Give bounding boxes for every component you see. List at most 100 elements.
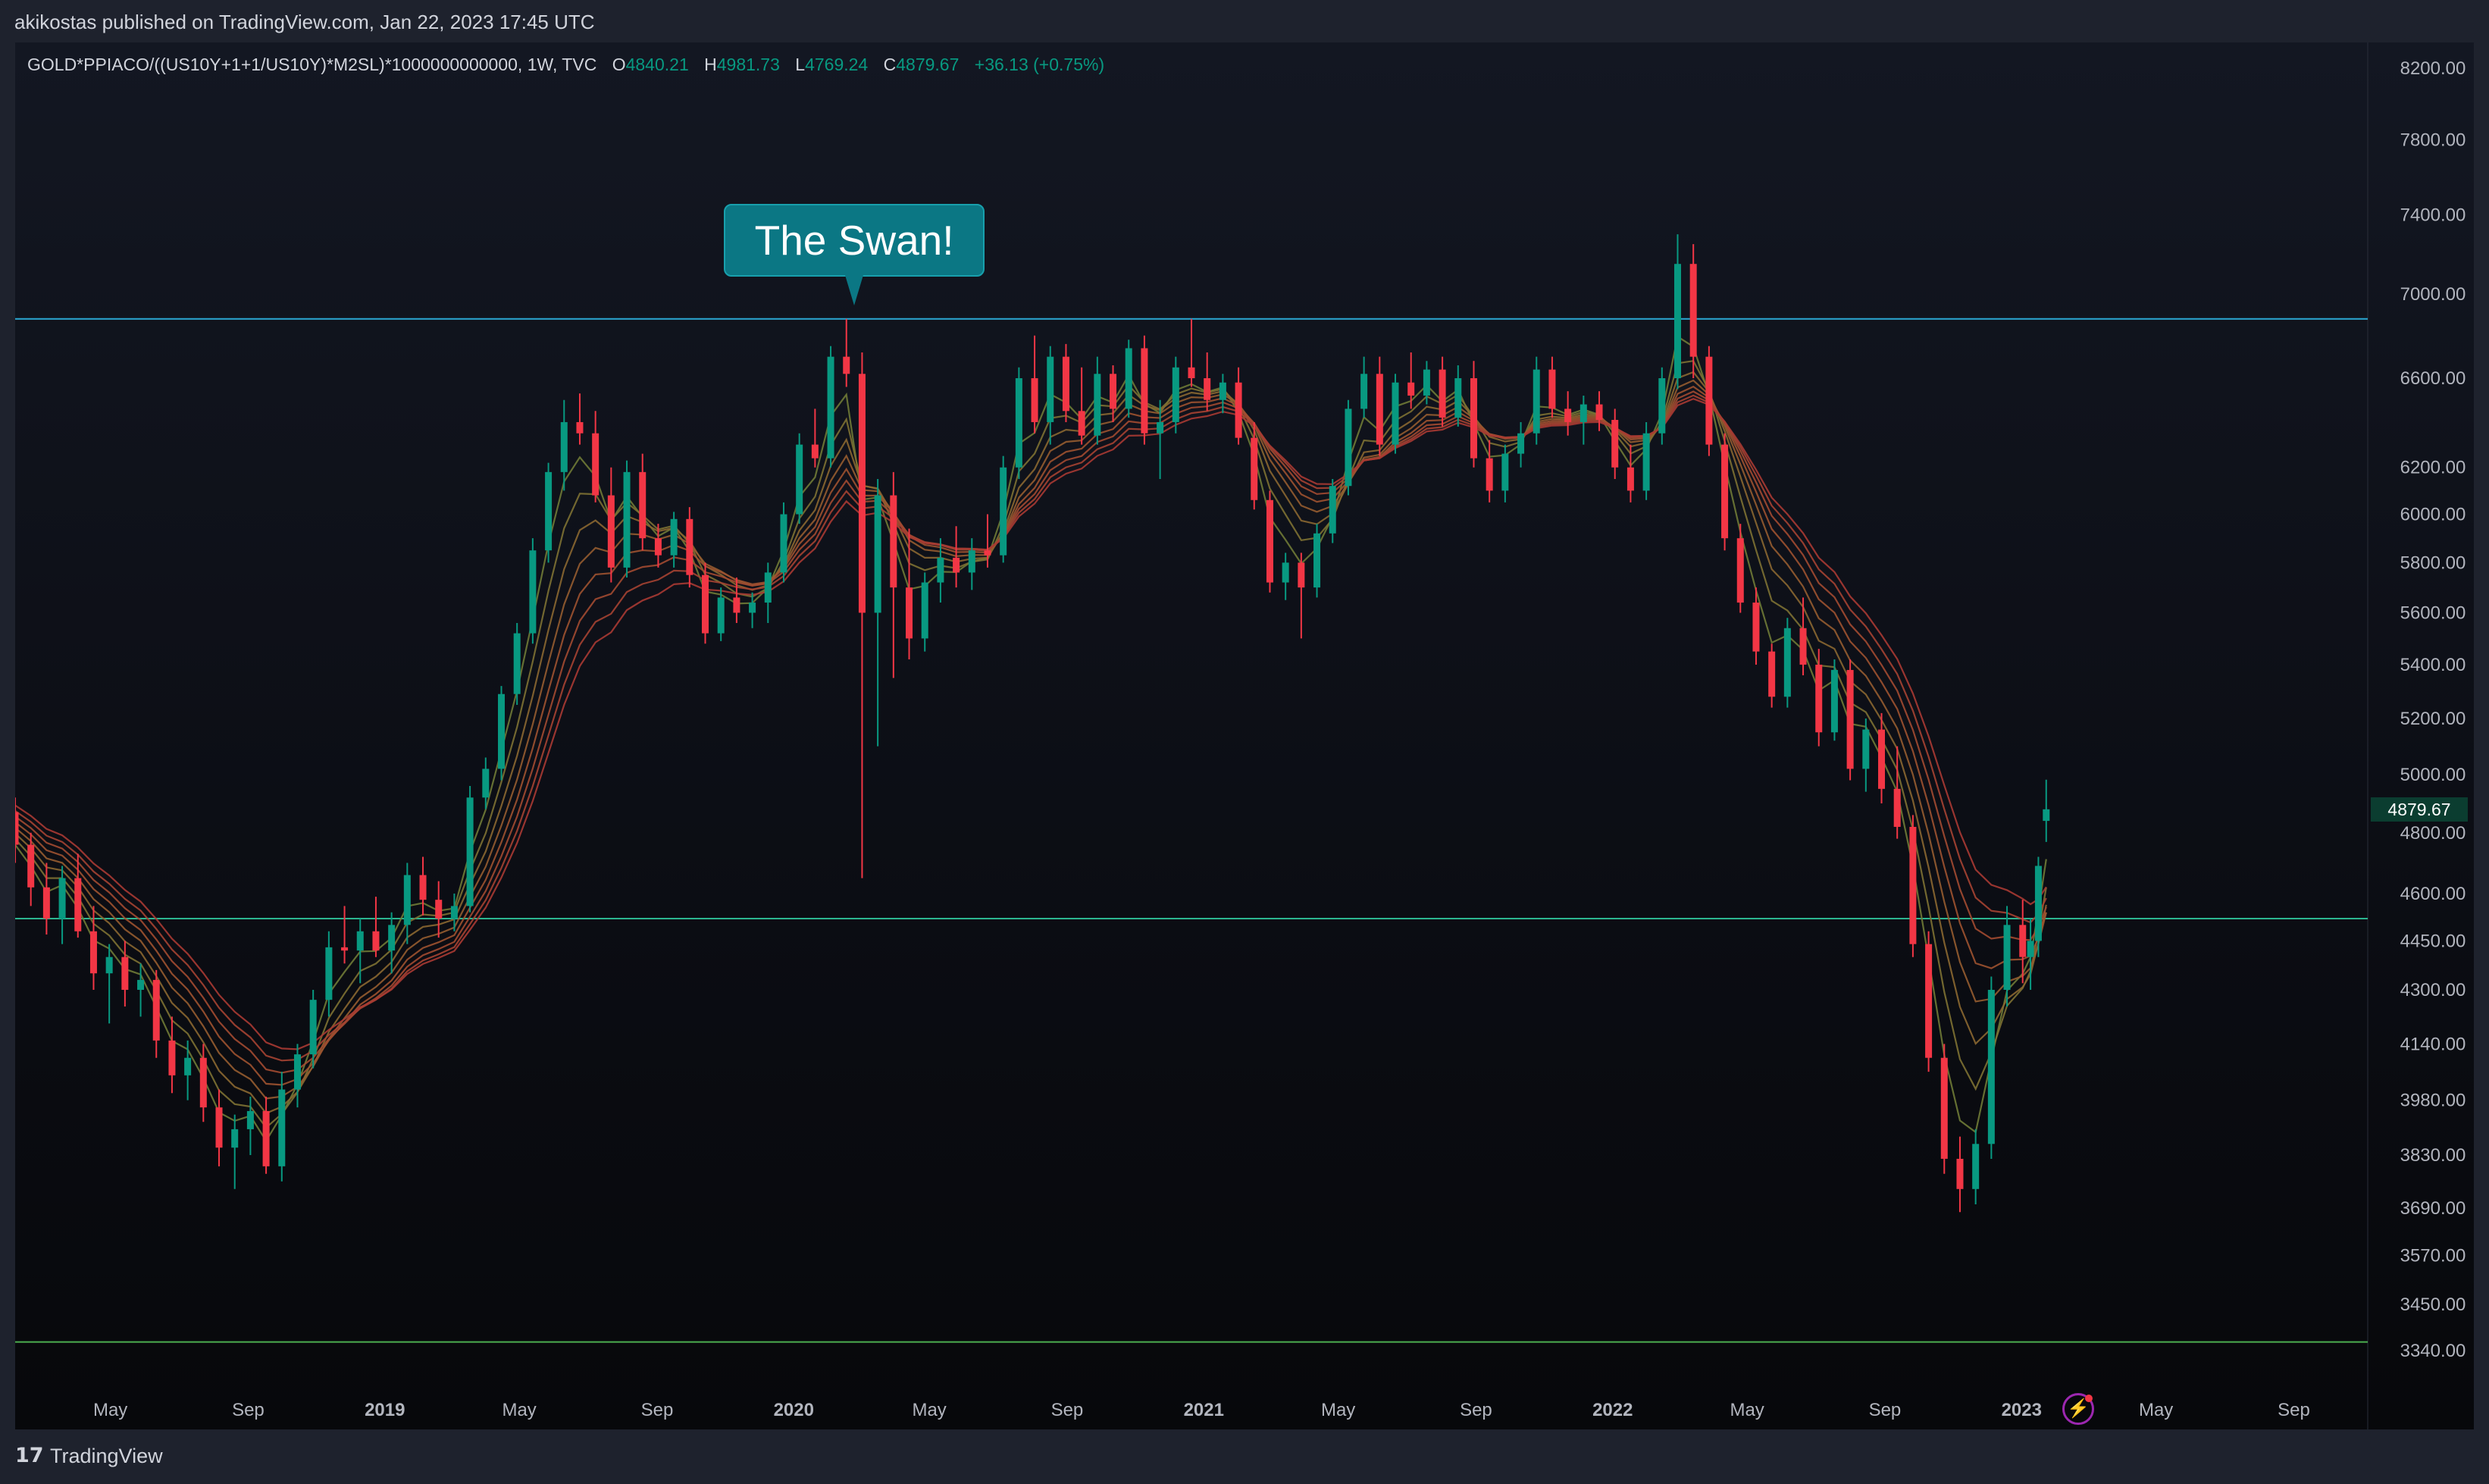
footer-bar (0, 1429, 2489, 1484)
candle-body (1015, 377, 1022, 468)
candle-body (1878, 729, 1886, 789)
candle-body (560, 421, 568, 472)
candle-body (890, 495, 897, 588)
low-value: 4769.24 (805, 55, 869, 74)
x-tick-label: May (912, 1400, 946, 1420)
candle-body (576, 421, 584, 434)
y-tick-label: 3980.00 (2400, 1091, 2466, 1111)
candle-body (1110, 374, 1117, 409)
candle-body (1219, 382, 1226, 400)
candle-body (1282, 562, 1289, 583)
candle-body (1235, 382, 1242, 438)
swan-callout[interactable]: The Swan! (724, 203, 985, 318)
candle-body (670, 518, 678, 556)
candle-body (639, 471, 647, 539)
candle-body (717, 597, 725, 634)
candle-body (764, 572, 772, 603)
candle-body (1658, 377, 1666, 434)
candle-body (529, 550, 537, 634)
candle-body (843, 356, 850, 374)
candle-body (1266, 499, 1273, 583)
last-price-label: 4879.67 (2371, 797, 2468, 822)
candle-body (780, 514, 787, 573)
candle-body (42, 887, 50, 919)
candle-body (702, 575, 709, 634)
candle-body (121, 956, 129, 990)
candle-body (1407, 382, 1415, 396)
candle-body (1392, 382, 1399, 445)
candle-body (874, 495, 881, 613)
candle-body (215, 1107, 223, 1148)
candle-body (1736, 538, 1744, 603)
candle-body (1626, 467, 1634, 491)
candle-body (27, 844, 35, 888)
candle-body (199, 1057, 207, 1108)
x-tick-label: Sep (1051, 1400, 1084, 1420)
high-value: 4981.73 (716, 55, 780, 74)
candle-body (1642, 433, 1650, 491)
x-tick-label: 2019 (365, 1400, 405, 1420)
x-tick-label: Sep (1460, 1400, 1492, 1420)
candle-body (686, 518, 693, 575)
candle-body (2019, 925, 2027, 957)
candle-body (937, 557, 944, 583)
candle-body (89, 931, 97, 974)
low-label: L (795, 55, 806, 74)
y-tick-label: 8200.00 (2400, 58, 2466, 79)
y-tick-label: 3570.00 (2400, 1245, 2466, 1266)
candle-body (1815, 664, 1823, 733)
candle-body (1376, 374, 1383, 445)
candle-body (1956, 1158, 1964, 1189)
candle-body (58, 878, 66, 919)
change-value: +36.13 (+0.75%) (974, 55, 1105, 74)
ribbon-line (15, 398, 2047, 1050)
close-value: 4879.67 (896, 55, 960, 74)
candle-body (497, 693, 505, 769)
tradingview-brand[interactable]: TradingView (50, 1445, 163, 1468)
candle-body (1673, 264, 1681, 378)
candle-body (1862, 729, 1870, 769)
candle-body (1062, 356, 1069, 412)
y-tick-label: 5400.00 (2400, 655, 2466, 675)
candle-body (1799, 628, 1807, 665)
x-tick-label: 2022 (1592, 1400, 1633, 1420)
candle-body (1595, 404, 1603, 421)
candle-body (1031, 377, 1038, 422)
symbol-legend: GOLD*PPIACO/((US10Y+1+1/US10Y)*M2SL)*100… (27, 55, 1104, 75)
chart-panel[interactable]: 8200.00 7800.00 7400.00 7000.00 6600.00 6200.… (15, 42, 2474, 1429)
y-tick-label: 7800.00 (2400, 130, 2466, 150)
y-tick-label: 4450.00 (2400, 931, 2466, 951)
price-chart[interactable]: 8200.00 7800.00 7400.00 7000.00 6600.00 6200.… (15, 42, 2474, 1429)
candle-body (2003, 925, 2011, 990)
x-tick-label: Sep (1869, 1400, 1902, 1420)
x-tick-label: May (502, 1400, 536, 1420)
candle-body (1313, 533, 1321, 588)
y-tick-label: 6000.00 (2400, 505, 2466, 525)
candle-body (1094, 374, 1101, 436)
candle-body (152, 979, 160, 1041)
y-tick-label: 6200.00 (2400, 458, 2466, 478)
candle-body (1345, 409, 1352, 487)
candle-body (137, 979, 145, 990)
candle-body (1611, 420, 1619, 468)
candle-body (1705, 356, 1713, 445)
y-tick-label: 4600.00 (2400, 884, 2466, 904)
x-tick-label: May (1730, 1400, 1764, 1420)
candle-body (1940, 1057, 1948, 1159)
candle-body (482, 769, 490, 798)
candle-body (1548, 369, 1556, 409)
y-tick-label: 3830.00 (2400, 1145, 2466, 1166)
y-tick-label: 3690.00 (2400, 1198, 2466, 1219)
candle-body (2027, 941, 2034, 957)
candle-body (1078, 411, 1085, 436)
candle-body (231, 1129, 239, 1148)
ribbon-line (15, 385, 2047, 1086)
candle-body (1454, 377, 1462, 418)
ribbon-line (15, 359, 2047, 1129)
candle-body (262, 1110, 270, 1166)
candle-body (513, 633, 521, 694)
candle-body (592, 433, 600, 496)
tradingview-logo-icon[interactable]: 𝟭𝟳 (15, 1444, 44, 1467)
candle-body (1157, 421, 1164, 434)
candle-body (1752, 603, 1760, 652)
